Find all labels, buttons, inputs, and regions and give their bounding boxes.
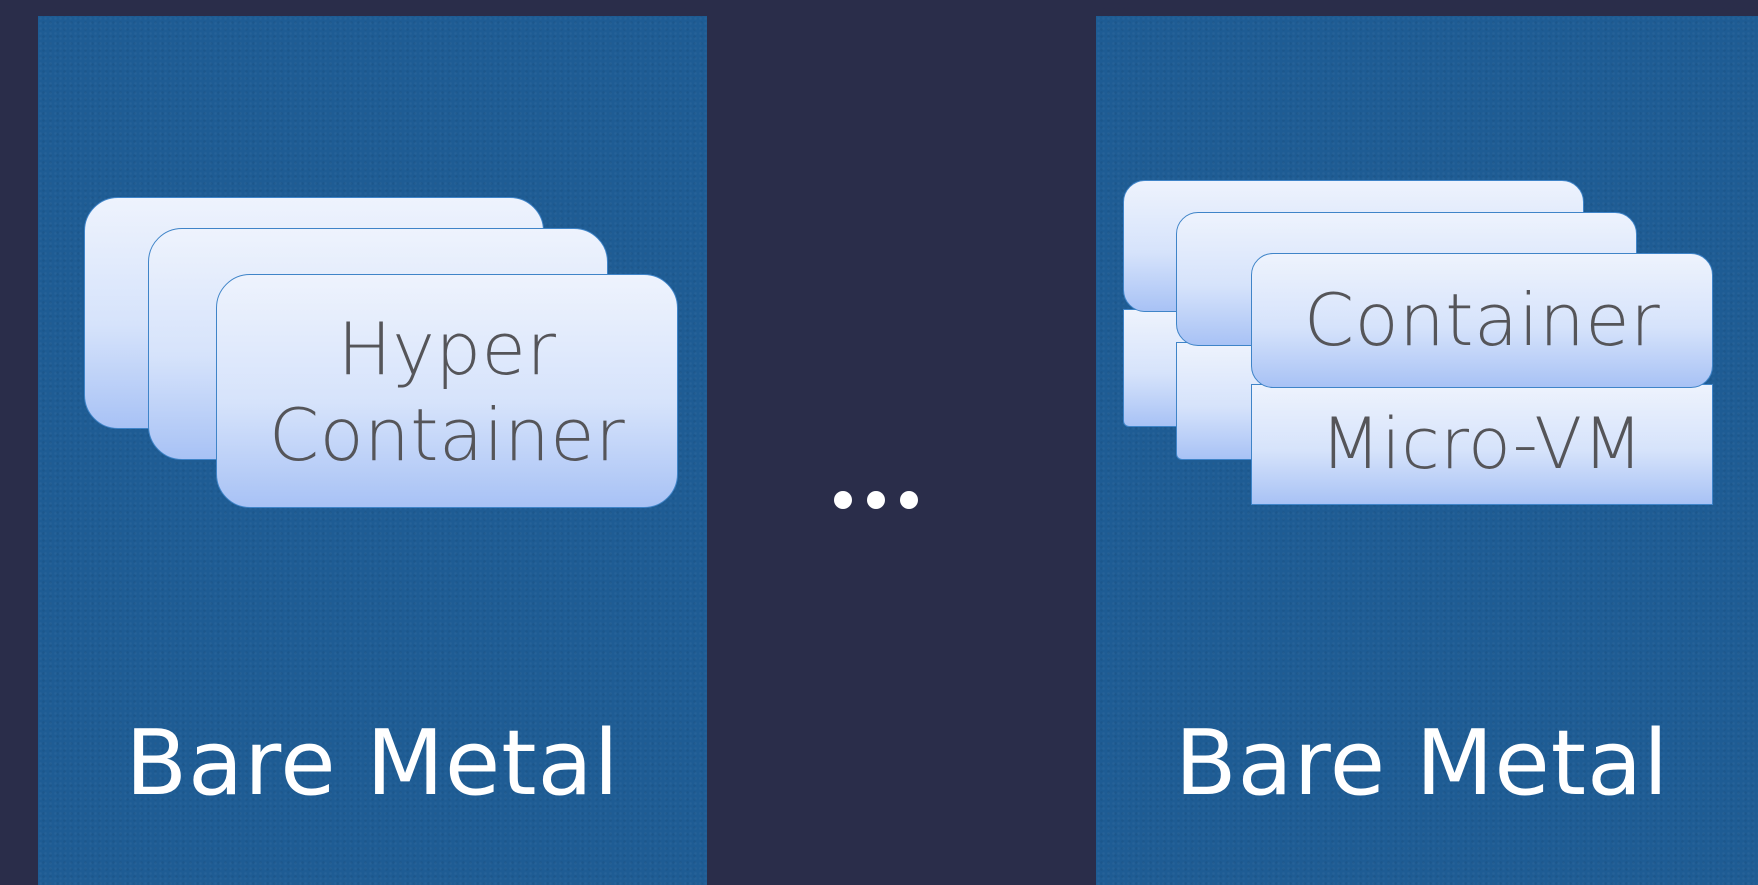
- bare-metal-label-left: Bare Metal: [125, 711, 620, 816]
- ellipsis-icon: [834, 491, 918, 509]
- micro-vm-block-front: Micro-VM: [1251, 384, 1713, 505]
- bare-metal-label-right: Bare Metal: [1174, 711, 1670, 816]
- diagram-canvas: Hyper Container Bare Metal Micro-VM Cont…: [0, 0, 1758, 885]
- micro-vm-label: Micro-VM: [1320, 403, 1644, 485]
- ellipsis-dot: [900, 491, 918, 509]
- hyper-container-label-line2: Container: [268, 393, 626, 477]
- ellipsis-dot: [867, 491, 885, 509]
- container-block-front: Container: [1251, 253, 1713, 388]
- container-label: Container: [1303, 278, 1661, 362]
- hyper-container-card-front: Hyper Container: [216, 274, 678, 508]
- hyper-container-label-line1: Hyper: [337, 307, 557, 391]
- bare-metal-host-left: Hyper Container Bare Metal: [38, 16, 707, 885]
- ellipsis-dot: [834, 491, 852, 509]
- bare-metal-host-right: Micro-VM Container Bare Metal: [1096, 16, 1758, 885]
